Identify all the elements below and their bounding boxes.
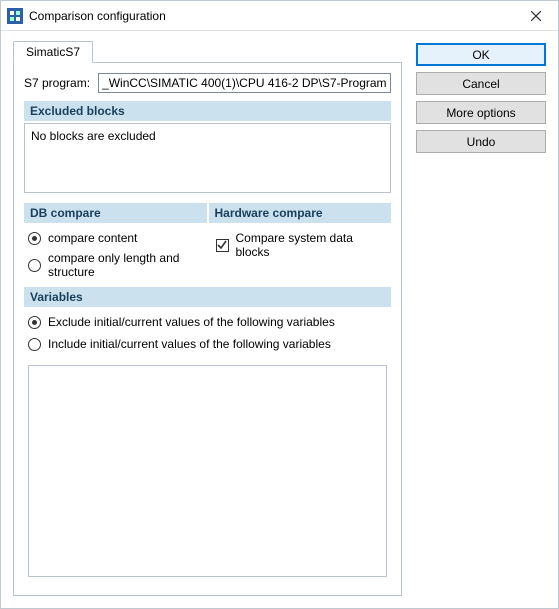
s7-program-input[interactable] <box>98 73 391 93</box>
client-area: SimaticS7 S7 program: Excluded blocks No… <box>1 31 558 608</box>
checkbox-icon <box>216 239 229 252</box>
more-options-button[interactable]: More options <box>416 101 546 124</box>
left-column: SimaticS7 S7 program: Excluded blocks No… <box>13 41 402 596</box>
radio-icon <box>28 232 41 245</box>
close-icon <box>531 11 541 21</box>
radio-icon <box>28 338 41 351</box>
hw-compare-col: Compare system data blocks <box>216 231 388 279</box>
compare-headers: DB compare Hardware compare <box>24 203 391 223</box>
radio-include-values[interactable]: Include initial/current values of the fo… <box>28 337 387 351</box>
variables-list[interactable] <box>28 365 387 577</box>
tab-simatics7[interactable]: SimaticS7 <box>13 41 93 63</box>
excluded-blocks-text: No blocks are excluded <box>31 129 156 143</box>
checkbox-label: Compare system data blocks <box>236 231 388 259</box>
db-compare-col: compare content compare only length and … <box>28 231 200 279</box>
excluded-blocks-header: Excluded blocks <box>24 101 391 121</box>
radio-compare-content[interactable]: compare content <box>28 231 200 245</box>
radio-icon <box>28 259 41 272</box>
window-title: Comparison configuration <box>29 9 514 23</box>
tabstrip: SimaticS7 <box>13 41 402 63</box>
app-icon <box>7 8 23 24</box>
radio-label: Include initial/current values of the fo… <box>48 337 331 351</box>
compare-body: compare content compare only length and … <box>24 223 391 287</box>
variables-header: Variables <box>24 287 391 307</box>
cancel-button[interactable]: Cancel <box>416 72 546 95</box>
radio-label: Exclude initial/current values of the fo… <box>48 315 335 329</box>
radio-label: compare only length and structure <box>48 251 200 279</box>
close-button[interactable] <box>514 1 558 30</box>
right-column: OK Cancel More options Undo <box>416 41 546 596</box>
radio-label: compare content <box>48 231 137 245</box>
s7-program-row: S7 program: <box>24 73 391 93</box>
db-compare-header: DB compare <box>24 203 207 223</box>
hardware-compare-header: Hardware compare <box>209 203 392 223</box>
variables-body: Exclude initial/current values of the fo… <box>24 307 391 585</box>
radio-compare-length[interactable]: compare only length and structure <box>28 251 200 279</box>
excluded-blocks-list[interactable]: No blocks are excluded <box>24 123 391 193</box>
radio-icon <box>28 316 41 329</box>
ok-button[interactable]: OK <box>416 43 546 66</box>
s7-program-label: S7 program: <box>24 76 90 90</box>
undo-button[interactable]: Undo <box>416 130 546 153</box>
dialog-window: Comparison configuration SimaticS7 S7 pr… <box>0 0 559 609</box>
checkbox-compare-sdb[interactable]: Compare system data blocks <box>216 231 388 259</box>
tab-content: S7 program: Excluded blocks No blocks ar… <box>13 63 402 596</box>
titlebar: Comparison configuration <box>1 1 558 31</box>
radio-exclude-values[interactable]: Exclude initial/current values of the fo… <box>28 315 387 329</box>
